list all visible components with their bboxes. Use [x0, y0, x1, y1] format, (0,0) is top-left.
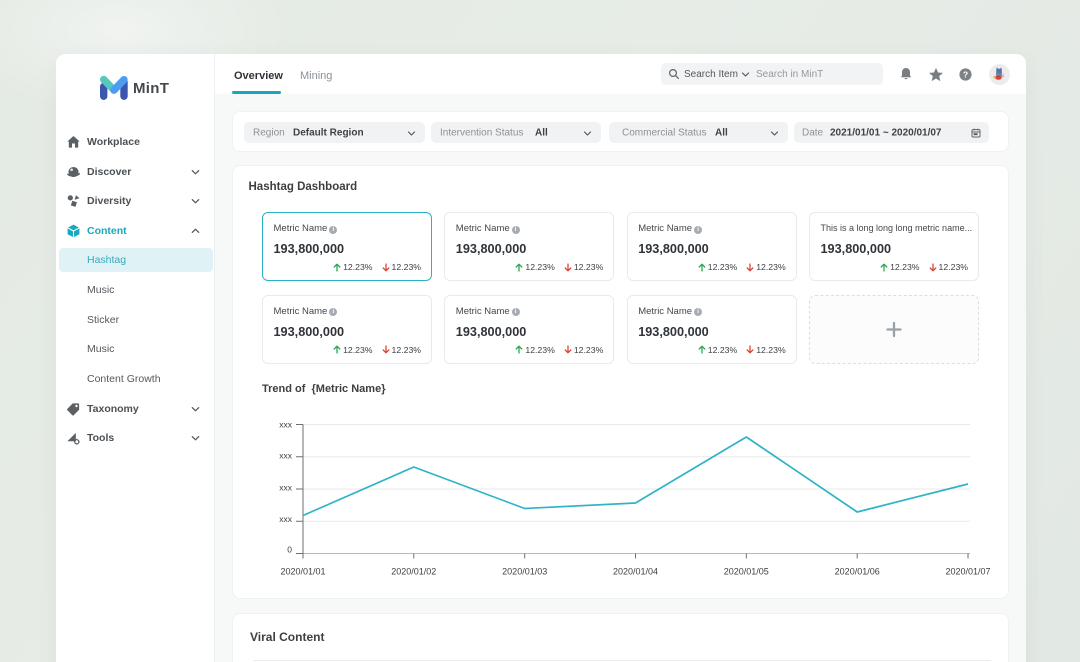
svg-text:0: 0 — [287, 545, 292, 555]
svg-text:2020/01/06: 2020/01/06 — [835, 567, 880, 577]
svg-text:xxx: xxx — [279, 451, 293, 461]
svg-text:2020/01/02: 2020/01/02 — [391, 567, 436, 577]
svg-text:?: ? — [963, 69, 968, 79]
svg-text:2020/01/03: 2020/01/03 — [502, 567, 547, 577]
svg-text:xxx: xxx — [279, 483, 293, 493]
svg-text:xxx: xxx — [279, 420, 293, 430]
svg-text:2020/01/05: 2020/01/05 — [724, 567, 769, 577]
svg-text:2020/01/07: 2020/01/07 — [945, 567, 990, 577]
svg-text:2020/01/01: 2020/01/01 — [280, 567, 325, 577]
svg-text:2020/01/04: 2020/01/04 — [613, 567, 658, 577]
svg-text:xxx: xxx — [279, 514, 293, 524]
